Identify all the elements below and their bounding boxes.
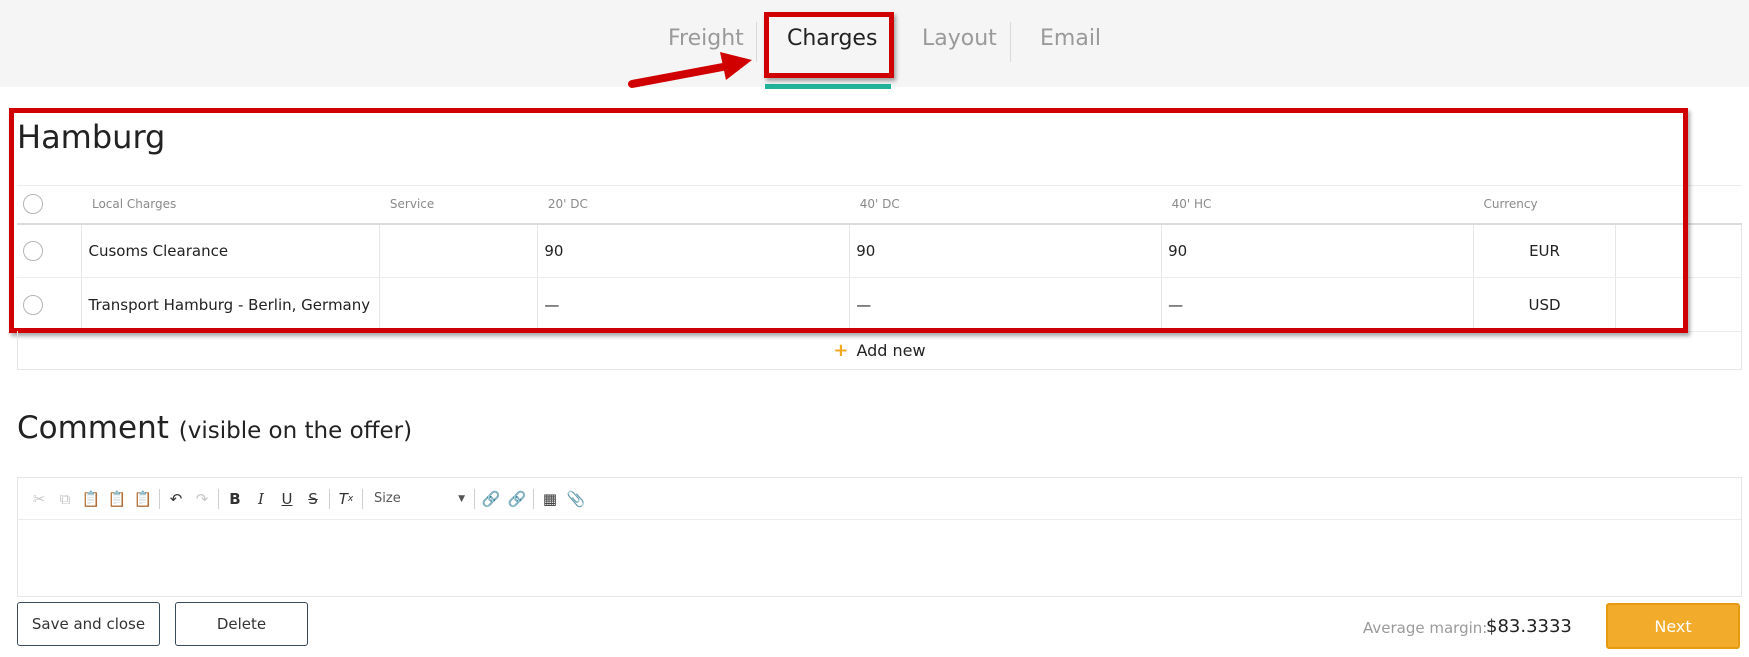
- toolbar-divider: [362, 488, 363, 509]
- toolbar-divider: [218, 488, 219, 509]
- paste-icon[interactable]: 📋: [78, 486, 104, 512]
- clear-format-icon[interactable]: Tx: [333, 486, 359, 512]
- toolbar-divider: [159, 488, 160, 509]
- redo-icon[interactable]: ↷: [189, 486, 215, 512]
- editor-toolbar: ✂ ⧉ 📋 📋 📋 ↶ ↷ B I U S Tx Size ▼ 🔗 🔗 ▦ 📎: [18, 478, 1741, 520]
- font-size-label: Size: [374, 491, 401, 506]
- paste-text-icon[interactable]: 📋: [104, 486, 130, 512]
- comment-editor: ✂ ⧉ 📋 📋 📋 ↶ ↷ B I U S Tx Size ▼ 🔗 🔗 ▦ 📎: [17, 477, 1742, 597]
- toolbar-divider: [533, 488, 534, 509]
- unlink-icon[interactable]: 🔗: [504, 486, 530, 512]
- italic-icon[interactable]: I: [248, 486, 274, 512]
- comment-subtitle: (visible on the offer): [178, 418, 413, 444]
- tab-highlight-box: [764, 12, 894, 78]
- add-new-button[interactable]: + Add new: [17, 331, 1742, 370]
- plus-icon: +: [833, 340, 849, 361]
- undo-icon[interactable]: ↶: [163, 486, 189, 512]
- average-margin-value: $83.3333: [1486, 616, 1572, 637]
- tab-layout[interactable]: Layout: [922, 26, 997, 51]
- delete-button[interactable]: Delete: [175, 602, 308, 646]
- save-and-close-button[interactable]: Save and close: [17, 602, 160, 646]
- paste-word-icon[interactable]: 📋: [130, 486, 156, 512]
- toolbar-divider: [329, 488, 330, 509]
- add-new-label: Add new: [856, 341, 926, 360]
- attach-icon[interactable]: 📎: [563, 486, 589, 512]
- tab-email[interactable]: Email: [1040, 26, 1101, 51]
- comment-heading: Comment (visible on the offer): [17, 410, 412, 446]
- average-margin-label: Average margin:: [1363, 619, 1488, 637]
- cut-icon[interactable]: ✂: [26, 486, 52, 512]
- tab-divider: [1010, 22, 1011, 62]
- chevron-down-icon: ▼: [458, 493, 465, 504]
- toolbar-divider: [474, 488, 475, 509]
- bold-icon[interactable]: B: [222, 486, 248, 512]
- table-icon[interactable]: ▦: [537, 486, 563, 512]
- comment-title: Comment: [17, 410, 169, 446]
- copy-icon[interactable]: ⧉: [52, 486, 78, 512]
- active-tab-indicator: [765, 84, 891, 89]
- font-size-select[interactable]: Size ▼: [366, 486, 471, 512]
- underline-icon[interactable]: U: [274, 486, 300, 512]
- next-button[interactable]: Next: [1606, 603, 1740, 649]
- section-highlight-box: [9, 108, 1688, 333]
- arrow-annotation-icon: [628, 52, 752, 88]
- link-icon[interactable]: 🔗: [478, 486, 504, 512]
- strike-icon[interactable]: S: [300, 486, 326, 512]
- editor-content-area[interactable]: [18, 520, 1741, 596]
